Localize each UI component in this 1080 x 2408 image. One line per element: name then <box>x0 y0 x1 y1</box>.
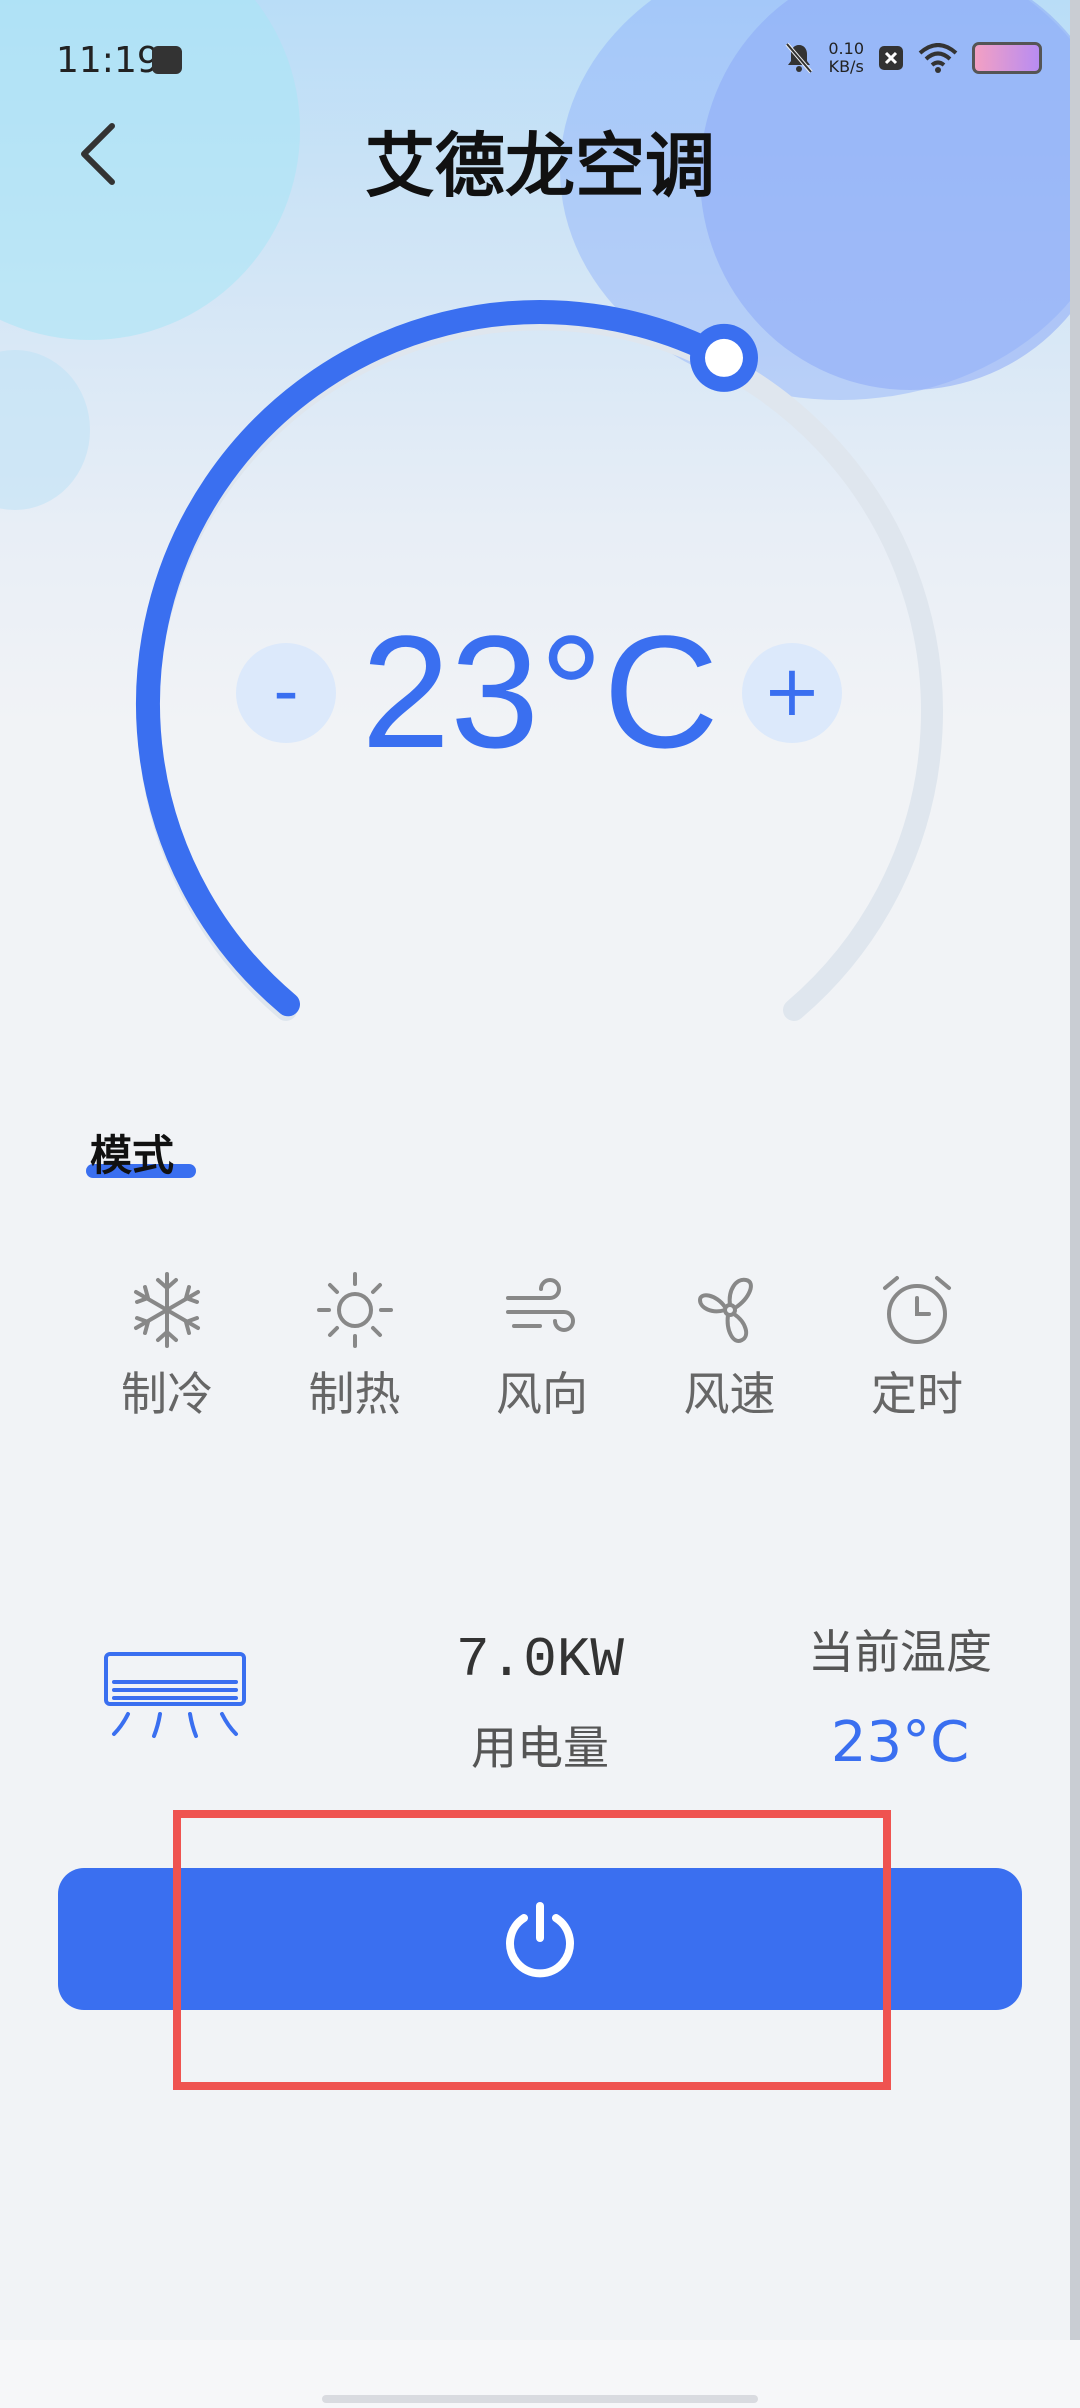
snowflake-icon <box>134 1272 200 1348</box>
mode-label: 制冷 <box>121 1367 213 1421</box>
alarm-clock-icon <box>883 1276 951 1344</box>
dial-knob-center <box>705 338 743 377</box>
mode-fan-speed[interactable]: 风速 <box>655 1268 805 1424</box>
mode-timer[interactable]: 定时 <box>842 1268 992 1424</box>
highlight-box <box>173 1810 891 2090</box>
temperature-dial[interactable] <box>0 0 1080 1100</box>
mode-label: 定时 <box>871 1367 963 1421</box>
sun-icon <box>316 1272 393 1348</box>
current-temperature-value: 23°C <box>830 1710 970 1775</box>
fan-icon <box>697 1277 753 1343</box>
mode-heat[interactable]: 制热 <box>280 1268 430 1424</box>
mode-label: 制热 <box>308 1367 401 1421</box>
increase-temp-button[interactable]: + <box>742 643 842 743</box>
decrease-temp-button[interactable]: - <box>236 643 336 743</box>
target-temperature: 23°C <box>361 602 719 781</box>
mode-label: 风速 <box>683 1367 776 1421</box>
air-conditioner-icon <box>104 1652 246 1738</box>
mode-label: 风向 <box>496 1367 588 1421</box>
mode-section-title: 模式 <box>90 1131 175 1180</box>
mode-wind-direction[interactable]: 风向 <box>467 1268 617 1424</box>
wind-icon <box>506 1278 575 1332</box>
power-consumption-label: 用电量 <box>471 1721 609 1775</box>
mode-cool[interactable]: 制冷 <box>92 1268 242 1424</box>
power-consumption-value: 7.0KW <box>455 1628 625 1692</box>
current-temperature-label: 当前温度 <box>808 1625 992 1679</box>
home-indicator[interactable] <box>322 2395 758 2403</box>
mode-list: 制冷 制热 风向 风速 定时 <box>92 1268 992 1424</box>
